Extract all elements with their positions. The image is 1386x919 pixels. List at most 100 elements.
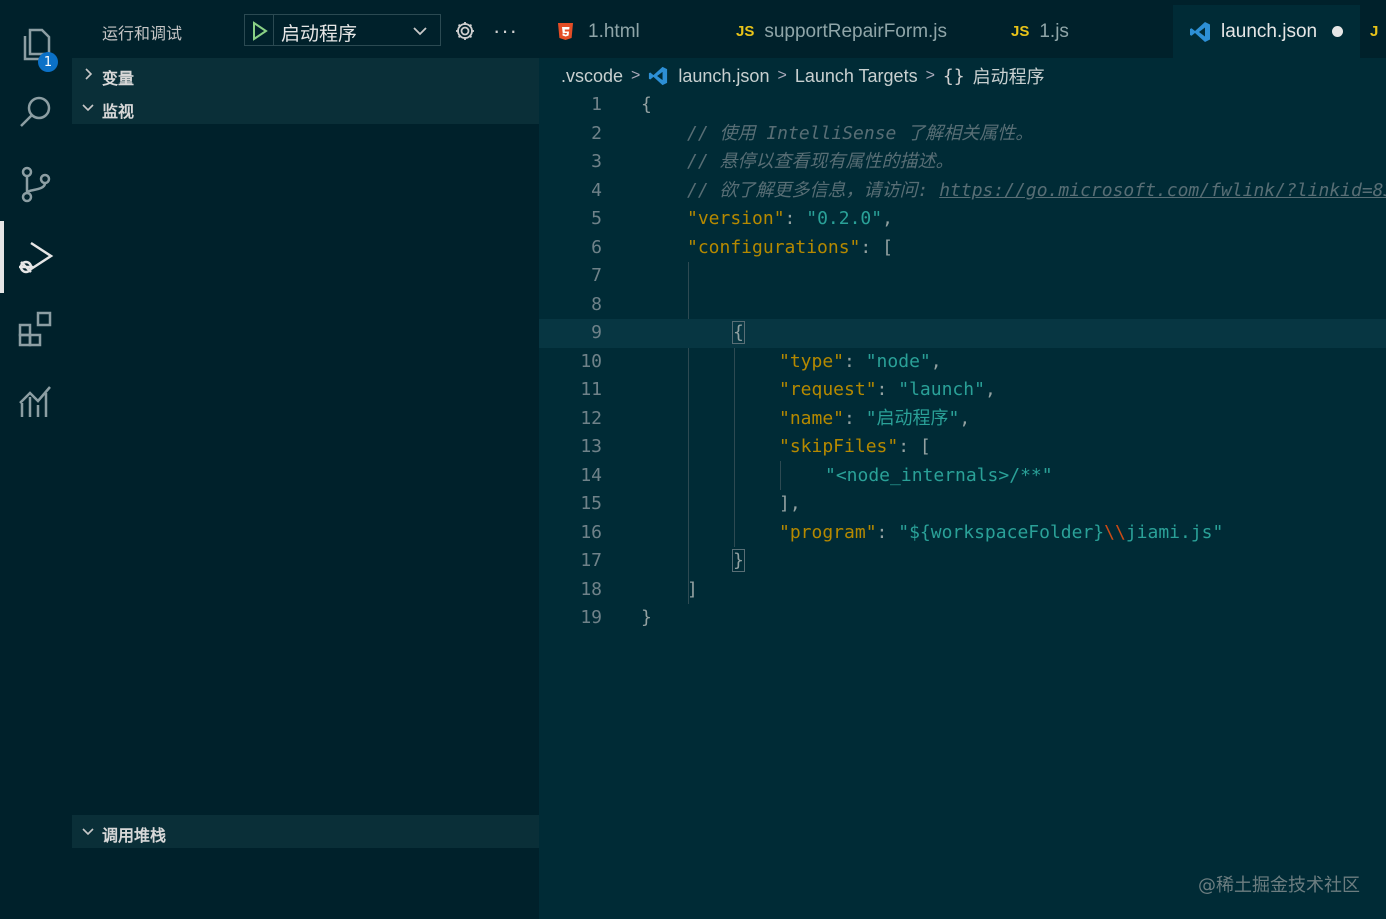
call-stack-section-header[interactable]: 调用堆栈 [72,815,539,848]
comment-link[interactable]: https://go.microsoft.com/fwlink/?linkid=… [939,180,1386,201]
breadcrumb-folder[interactable]: .vscode [561,66,623,87]
code-line: 18 ] [539,576,1386,605]
breadcrumb: .vscode > launch.json > Launch Targets >… [561,63,1045,89]
code-line: 4 // 欲了解更多信息，请访问: https://go.microsoft.c… [539,177,1386,206]
line-text: "name": "启动程序", [779,407,971,429]
line-text: "type": "node", [779,350,942,372]
watch-section-header[interactable]: 监视 [72,91,539,124]
code-line: 1 { [539,91,1386,120]
line-number: 7 [591,265,602,286]
chevron-right-icon: > [925,67,935,84]
tab-launch-json[interactable]: launch.json [1173,5,1360,58]
breadcrumb-item[interactable]: 启动程序 [973,63,1045,89]
line-number: 15 [580,493,602,514]
source-control-icon [21,166,51,203]
json-key: "type" [779,350,845,372]
tab-label: supportRepairForm.js [764,20,948,42]
code-line: 17 } [539,547,1386,576]
line-number: 10 [580,350,602,372]
extensions-button[interactable] [0,293,72,365]
more-actions-icon[interactable]: ··· [493,18,518,44]
tab-overflow[interactable]: J [1370,5,1386,58]
launch-config-select[interactable]: 启动程序 [244,14,441,46]
debug-sidebar: 运行和调试 启动程序 ··· 变量 监视 调用堆栈 [72,0,539,919]
activity-bar: 1 [0,0,72,919]
chevron-right-icon: > [631,67,641,84]
watch-label: 监视 [102,102,135,121]
chevron-right-icon: > [777,67,787,84]
search-button[interactable] [0,76,72,148]
tab-support-repair-form-js[interactable]: JS supportRepairForm.js [736,5,976,58]
code-line: 14 "<node_internals>/**" [539,462,1386,491]
line-number: 14 [580,464,602,486]
watermark: @稀土掘金技术社区 [1198,875,1360,896]
code-line: 12 "name": "启动程序", [539,405,1386,434]
sidebar-title: 运行和调试 [102,24,183,43]
json-key: "version" [687,208,785,229]
json-string: "0.2.0" [806,208,883,229]
json-string: jiami.js" [1125,521,1224,543]
tab-1-js[interactable]: JS 1.js [1011,5,1161,58]
line-text: ], [779,493,801,514]
comment: // 欲了解更多信息，请访问: [687,179,940,201]
select-separator [273,15,274,45]
line-number: 8 [591,293,602,315]
line-text: "request": "launch", [779,379,996,400]
call-stack-label: 调用堆栈 [102,826,167,845]
run-debug-button[interactable] [0,221,72,293]
code-line: 19 } [539,604,1386,633]
line-text: } [732,547,745,576]
line-text: "version": "0.2.0", [687,208,893,229]
line-number: 4 [591,179,602,201]
chevron-down-icon [82,828,94,836]
run-debug-icon [19,241,54,274]
analytics-icon [19,386,51,417]
gear-icon[interactable] [454,20,476,42]
comment: // 使用 IntelliSense 了解相关属性。 [687,122,1034,144]
chevron-right-icon [85,68,93,80]
line-text: ] [687,578,698,600]
line-text: // 使用 IntelliSense 了解相关属性。 [687,120,1033,149]
js-file-icon: JS [1011,23,1030,40]
vscode-icon [649,66,668,86]
variables-section-header[interactable]: 变量 [72,58,539,91]
code-line: 15 ], [539,490,1386,519]
object-icon: {} [942,65,965,87]
line-text: { [641,91,652,120]
unsaved-dot-icon[interactable] [1332,26,1344,37]
line-number: 6 [591,236,602,258]
line-number: 19 [580,607,602,628]
code-line: 5 "version": "0.2.0", [539,205,1386,234]
breadcrumb-file[interactable]: launch.json [678,66,769,87]
line-number: 3 [591,151,602,172]
code-line: 11 "request": "launch", [539,376,1386,405]
comment: // 悬停以查看现有属性的描述。 [687,151,954,172]
line-number: 5 [591,208,602,229]
tab-label: 1.html [588,20,640,42]
explorer-badge: 1 [38,52,58,72]
line-text: "<node_internals>/**" [825,462,1053,491]
json-string: "node" [865,350,931,372]
json-key: "configurations" [687,236,861,258]
tab-1-html[interactable]: 1.html [539,5,719,58]
source-control-button[interactable] [0,148,72,220]
breadcrumb-section[interactable]: Launch Targets [795,66,918,87]
json-string: "启动程序" [865,407,960,429]
line-text: "skipFiles": [ [779,436,931,457]
code-line: 6 "configurations": [ [539,234,1386,263]
line-number: 9 [591,322,602,343]
analytics-button[interactable] [0,365,72,437]
explorer-button[interactable]: 1 [0,8,72,80]
line-number: 18 [580,578,602,600]
line-number: 2 [591,122,602,144]
json-key: "request" [779,379,877,400]
start-debug-icon[interactable] [251,21,269,41]
json-string: "launch" [898,379,985,400]
sidebar-header: 运行和调试 启动程序 ··· [72,0,539,58]
code-line: 16 "program": "${workspaceFolder}\\jiami… [539,519,1386,548]
html5-icon [558,22,573,40]
line-number: 17 [580,550,602,571]
line-number: 11 [580,379,602,400]
code-line: 2 // 使用 IntelliSense 了解相关属性。 [539,120,1386,149]
vscode-icon [1190,21,1210,42]
